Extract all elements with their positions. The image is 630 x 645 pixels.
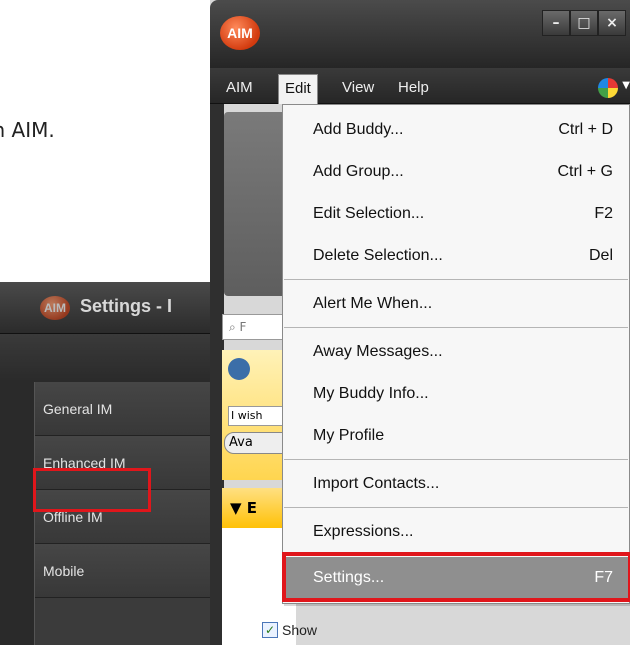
settings-title: Settings - I (80, 296, 173, 316)
minimize-icon[interactable]: – (542, 10, 570, 36)
menu-bar: AIM Edit View Help ▼ (210, 68, 630, 104)
settings-title-bar: AIM Settings - I (0, 282, 238, 334)
menu-item-delete-selection[interactable]: Delete Selection... Del (283, 235, 629, 277)
aim-title-bar: AIM – □ × (210, 0, 630, 68)
menu-separator (284, 459, 628, 460)
show-option[interactable]: ✓ Show (262, 620, 317, 640)
globe-icon[interactable] (598, 78, 618, 98)
menu-item-expressions[interactable]: Expressions... (283, 511, 629, 553)
menu-item-my-buddy-info[interactable]: My Buddy Info... (283, 373, 629, 415)
menu-item-shortcut: Ctrl + D (558, 121, 613, 138)
nav-item-mobile[interactable]: Mobile (35, 544, 238, 598)
menu-item-my-profile[interactable]: My Profile (283, 415, 629, 457)
menu-item-label: Import Contacts... (313, 475, 440, 492)
menu-item-label: Away Messages... (313, 343, 443, 360)
menu-item-label: Alert Me When... (313, 295, 433, 312)
settings-toolbar (0, 334, 238, 382)
aim-logo-icon: AIM (220, 16, 260, 50)
menu-edit[interactable]: Edit (278, 74, 318, 104)
menu-item-label: Settings... (313, 569, 385, 586)
menu-item-label: Delete Selection... (313, 247, 443, 264)
buddy-icon[interactable] (228, 358, 250, 380)
menu-item-shortcut: Del (588, 247, 613, 264)
menu-item-label: Add Group... (313, 163, 404, 180)
instruction-text: ct it in AIM. (0, 118, 55, 142)
nav-item-general-im[interactable]: General IM (35, 382, 238, 436)
menu-aim[interactable]: AIM (220, 76, 259, 100)
nav-item-enhanced-im[interactable]: Enhanced IM (35, 436, 238, 490)
search-icon: ⌕ (229, 320, 240, 334)
menu-item-label: Expressions... (313, 523, 414, 540)
menu-item-label: Edit Selection... (313, 205, 425, 222)
close-icon[interactable]: × (598, 10, 626, 36)
checkbox-icon[interactable]: ✓ (262, 622, 278, 638)
menu-view[interactable]: View (336, 76, 380, 100)
menu-item-shortcut: F7 (594, 569, 613, 586)
nav-item-offline-im[interactable]: Offline IM (35, 490, 238, 544)
search-placeholder: F (239, 320, 247, 334)
show-label: Show (282, 622, 318, 638)
settings-nav: General IM Enhanced IM Offline IM Mobile (34, 382, 238, 645)
edit-menu: Add Buddy... Ctrl + D Add Group... Ctrl … (282, 104, 630, 604)
menu-item-label: My Buddy Info... (313, 385, 429, 402)
menu-item-add-group[interactable]: Add Group... Ctrl + G (283, 151, 629, 193)
menu-help[interactable]: Help (392, 76, 435, 100)
menu-item-add-buddy[interactable]: Add Buddy... Ctrl + D (283, 109, 629, 151)
menu-item-import-contacts[interactable]: Import Contacts... (283, 463, 629, 505)
aim-logo-icon: AIM (40, 296, 70, 320)
menu-item-alert-me-when[interactable]: Alert Me When... (283, 283, 629, 325)
menu-item-edit-selection[interactable]: Edit Selection... F2 (283, 193, 629, 235)
menu-separator (284, 327, 628, 328)
menu-item-away-messages[interactable]: Away Messages... (283, 331, 629, 373)
menu-separator (284, 507, 628, 508)
menu-item-shortcut: F2 (594, 205, 613, 222)
menu-item-label: My Profile (313, 427, 385, 444)
menu-item-shortcut: Ctrl + G (557, 163, 613, 180)
menu-item-label: Add Buddy... (313, 121, 404, 138)
maximize-icon[interactable]: □ (570, 10, 598, 36)
settings-window: AIM Settings - I General IM Enhanced IM … (0, 282, 238, 645)
menu-item-settings[interactable]: Settings... F7 (283, 557, 629, 599)
menu-separator (284, 279, 628, 280)
window-controls: – □ × (542, 10, 626, 36)
chevron-down-icon[interactable]: ▼ (622, 80, 630, 91)
